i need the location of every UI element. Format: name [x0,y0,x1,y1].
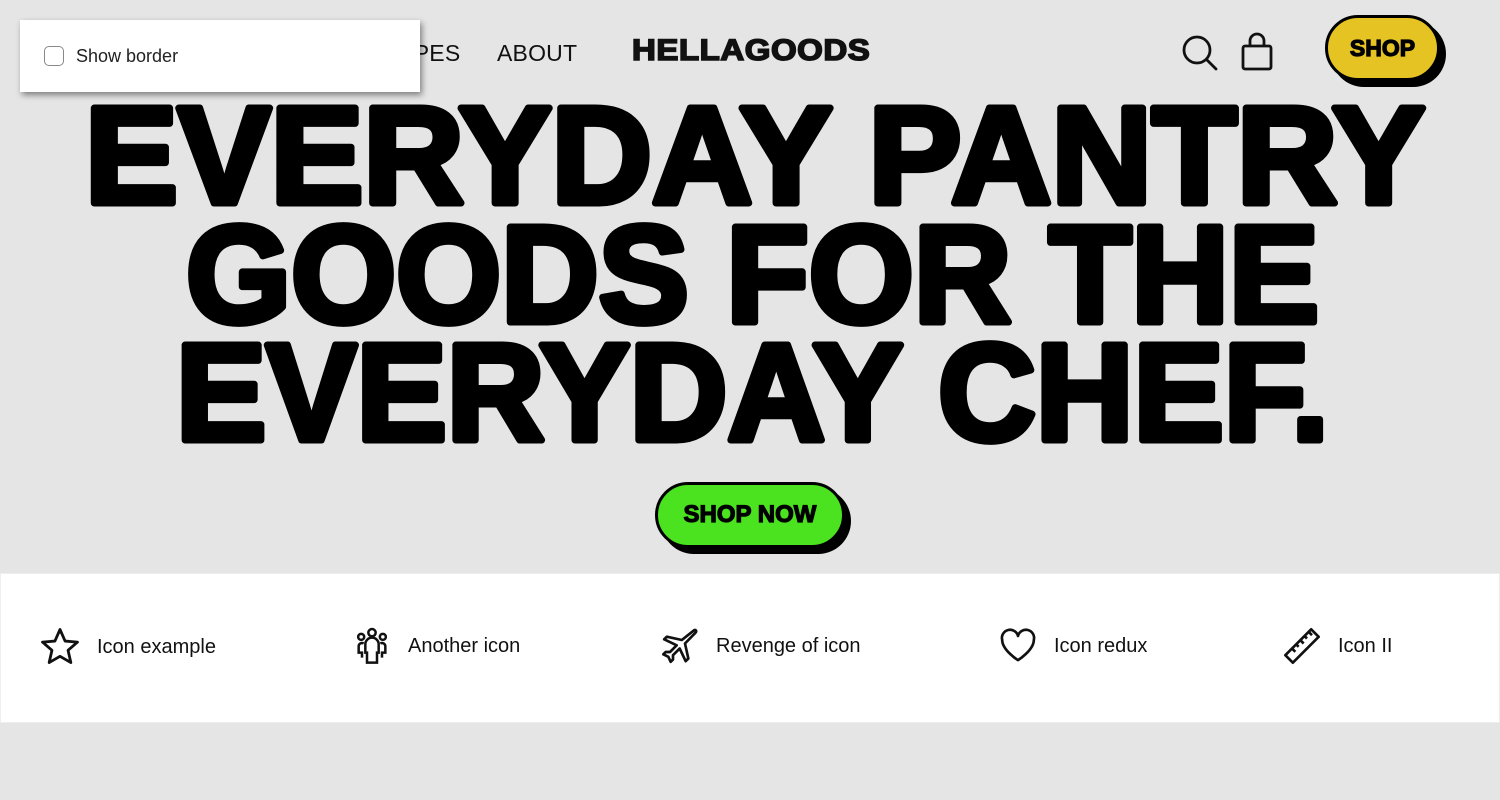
ruler-icon [1284,628,1320,664]
feature-item: Icon redux [998,626,1147,666]
shop-now-button[interactable]: SHOP NOW [655,482,845,548]
star-icon [41,628,79,664]
feature-label: Another icon [408,634,521,657]
show-border-popup: Show border [20,20,420,92]
feature-item: Another icon [352,626,520,666]
feature-item: Icon example [39,626,216,668]
features-strip: Icon example Another icon Revenge of ico… [0,573,1500,723]
feature-item: Revenge of icon [660,626,861,666]
hero-line-3: EVERYDAY CHEF. [176,316,1329,470]
feature-item: Icon II [1282,626,1392,666]
show-border-label[interactable]: Show border [76,46,178,67]
people-icon [356,627,388,664]
heart-icon [1000,628,1036,662]
show-border-checkbox[interactable] [44,46,64,66]
feature-label: Icon redux [1054,634,1148,657]
feature-label: Icon example [97,635,216,658]
airplane-icon [662,628,698,664]
feature-label: Revenge of icon [716,634,861,657]
feature-label: Icon II [1338,634,1393,657]
